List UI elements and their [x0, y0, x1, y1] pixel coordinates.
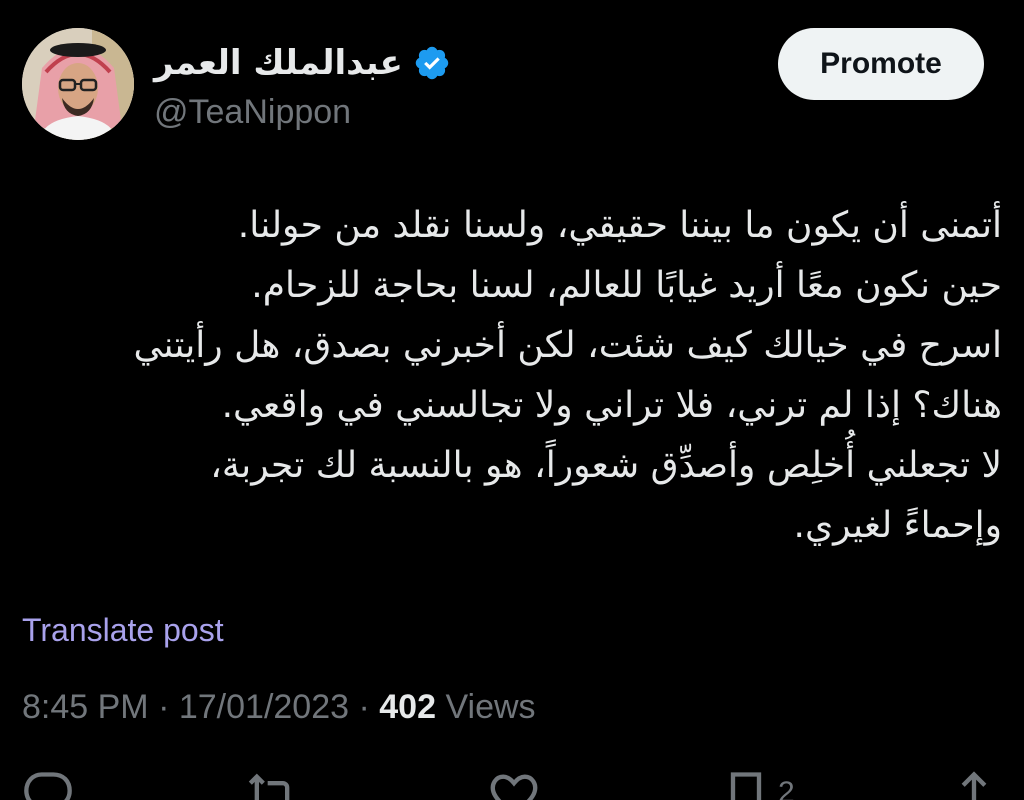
share-button[interactable] — [948, 768, 1000, 800]
tweet-metadata: 8:45 PM · 17/01/2023 · 402 Views — [22, 688, 536, 727]
like-icon — [490, 774, 538, 800]
tweet-line: أتمنى أن يكون ما بيننا حقيقي، ولسنا نقلد… — [237, 205, 1002, 246]
tweet-header: عبدالملك العمر @TeaNippon Promote — [22, 28, 984, 146]
avatar-photo-icon — [22, 28, 134, 140]
meta-separator: · — [358, 688, 370, 726]
like-button[interactable] — [488, 768, 540, 800]
tweet-line: حين نكون معًا أريد غيابًا للعالم، لسنا ب… — [251, 265, 1002, 306]
author-name-row: عبدالملك العمر — [154, 36, 451, 90]
repost-button[interactable] — [246, 768, 298, 800]
tweet-time[interactable]: 8:45 PM — [22, 688, 149, 726]
reply-button[interactable] — [22, 768, 74, 800]
tweet-line: لا تجعلني أُخلِص وأصدِّق شعوراً، هو بالن… — [210, 445, 1002, 486]
tweet-line: اسرح في خيالك كيف شئت، لكن أخبرني بصدق، … — [133, 325, 1002, 366]
bookmark-count: 2 — [778, 776, 795, 800]
action-bar: 2 — [0, 764, 1024, 800]
translate-post-link[interactable]: Translate post — [22, 612, 224, 649]
tweet-date[interactable]: 17/01/2023 — [179, 688, 349, 726]
promote-button[interactable]: Promote — [778, 28, 984, 100]
views-count[interactable]: 402 — [379, 688, 436, 726]
bookmark-icon — [730, 772, 762, 800]
reply-icon — [24, 772, 72, 800]
views-label: Views — [445, 688, 536, 726]
avatar[interactable] — [22, 28, 134, 140]
repost-icon — [248, 773, 290, 800]
bookmark-button[interactable]: 2 — [720, 768, 795, 800]
author-display-name[interactable]: عبدالملك العمر — [154, 46, 403, 80]
share-icon — [961, 771, 987, 800]
meta-separator: · — [158, 688, 170, 726]
tweet-line: وإحماءً لغيري. — [793, 505, 1002, 546]
author-handle[interactable]: @TeaNippon — [154, 92, 351, 133]
verified-badge-icon[interactable] — [413, 44, 451, 82]
tweet-line: هناك؟ إذا لم ترني، فلا تراني ولا تجالسني… — [221, 385, 1002, 426]
tweet-text: أتمنى أن يكون ما بيننا حقيقي، ولسنا نقلد… — [40, 196, 1002, 556]
